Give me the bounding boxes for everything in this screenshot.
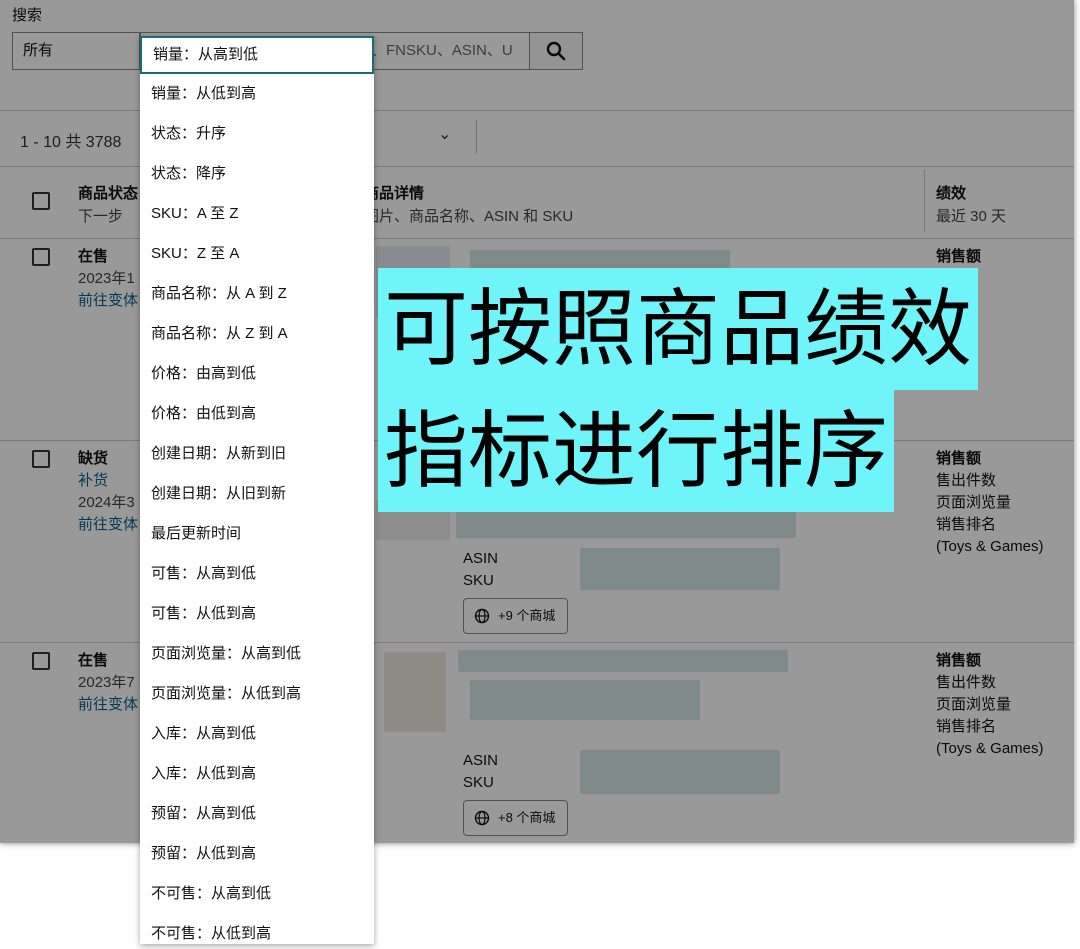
asin-sku-values-blurred: [580, 548, 780, 590]
metrics-list: 销售额: [936, 246, 981, 268]
marketplaces-button[interactable]: +9 个商城: [463, 598, 569, 634]
sort-option[interactable]: 商品名称：从 A 到 Z: [140, 274, 374, 314]
chevron-down-icon[interactable]: ⌄: [438, 124, 451, 144]
metric-page-views: 页面浏览量: [936, 494, 1012, 511]
sort-option[interactable]: 创建日期：从旧到新: [140, 474, 374, 514]
sort-option[interactable]: SKU：A 至 Z: [140, 194, 374, 234]
metric-rank-category: (Toys & Games): [936, 538, 1044, 555]
sort-option[interactable]: 预留：从高到低: [140, 794, 374, 834]
perf-header-subtitle: 最近 30 天: [936, 208, 1007, 225]
go-to-variations-link[interactable]: 前往变体: [78, 290, 138, 312]
metric-page-views: 页面浏览量: [936, 696, 1012, 713]
details-column-header[interactable]: 商品详情 图片、商品名称、ASIN 和 SKU: [364, 182, 573, 226]
performance-column-header[interactable]: 绩效 最近 30 天: [936, 182, 1006, 226]
metrics-list: 销售额 售出件数 页面浏览量 销售排名 (Toys & Games): [936, 448, 1044, 558]
sort-option[interactable]: 入库：从高到低: [140, 714, 374, 754]
sort-option[interactable]: 创建日期：从新到旧: [140, 434, 374, 474]
metric-sales-rank: 销售排名: [936, 718, 997, 735]
status-text: 在售: [78, 652, 109, 669]
table-row: 缺货 补货 2024年3 前往变体: [78, 448, 138, 536]
sort-option[interactable]: 价格：由高到低: [140, 354, 374, 394]
sku-label: SKU: [463, 572, 494, 589]
pagination-summary: 1 - 10 共 3788: [20, 134, 122, 151]
metric-sales: 销售额: [936, 652, 982, 669]
annotation-banner-line2: 指标进行排序: [378, 390, 895, 512]
asin-label: ASIN: [463, 752, 499, 769]
created-date: 2024年3: [78, 494, 135, 511]
table-row: 在售 2023年1 前往变体: [78, 246, 138, 312]
perf-header-title: 绩效: [936, 185, 967, 202]
globe-icon: [474, 608, 490, 624]
search-icon: [546, 41, 566, 61]
row-checkbox[interactable]: [32, 652, 50, 670]
row-checkbox[interactable]: [32, 248, 50, 266]
product-title-blurred: [470, 680, 700, 720]
sort-dropdown[interactable]: 销量：从高到低 销量：从低到高 状态：升序 状态：降序 SKU：A 至 Z SK…: [140, 36, 374, 944]
search-scope-select[interactable]: 所有: [12, 32, 140, 70]
sort-option[interactable]: 可售：从高到低: [140, 554, 374, 594]
marketplaces-button[interactable]: +8 个商城: [463, 800, 569, 836]
status-header-subtitle: 下一步: [78, 208, 124, 225]
sort-option[interactable]: 状态：升序: [140, 114, 374, 154]
go-to-variations-link[interactable]: 前往变体: [78, 514, 138, 536]
sort-option[interactable]: 可售：从低到高: [140, 594, 374, 634]
status-header-title: 商品状态: [78, 185, 139, 202]
asin-sku-values-blurred: [580, 750, 780, 794]
restock-link[interactable]: 补货: [78, 470, 138, 492]
sort-option[interactable]: 不可售：从低到高: [140, 914, 374, 944]
status-column-header[interactable]: 商品状态 下一步: [78, 182, 138, 226]
sort-option[interactable]: 入库：从低到高: [140, 754, 374, 794]
marketplaces-label: +9 个商城: [498, 608, 556, 623]
sort-option[interactable]: 销量：从高到低: [140, 36, 374, 74]
status-text: 缺货: [78, 450, 109, 467]
sort-option[interactable]: 销量：从低到高: [140, 74, 374, 114]
sku-label: SKU: [463, 774, 494, 791]
metric-sales: 销售额: [936, 450, 982, 467]
go-to-variations-link[interactable]: 前往变体: [78, 694, 138, 716]
status-text: 在售: [78, 248, 109, 265]
annotation-banner-line1: 可按照商品绩效: [378, 268, 979, 390]
row-checkbox[interactable]: [32, 450, 50, 468]
sort-option[interactable]: 最后更新时间: [140, 514, 374, 554]
sort-option[interactable]: 价格：由低到高: [140, 394, 374, 434]
divider: [924, 170, 925, 232]
divider: [476, 120, 477, 154]
product-title-blurred: [458, 650, 788, 672]
search-label: 搜索: [12, 7, 43, 24]
select-all-checkbox[interactable]: [32, 192, 50, 210]
sort-option[interactable]: 状态：降序: [140, 154, 374, 194]
details-header-title: 商品详情: [364, 185, 425, 202]
product-title-blurred: [470, 250, 730, 270]
sort-option[interactable]: 不可售：从高到低: [140, 874, 374, 914]
globe-icon: [474, 810, 490, 826]
search-button[interactable]: [529, 32, 583, 70]
product-image[interactable]: [384, 652, 446, 732]
sort-option[interactable]: 预留：从低到高: [140, 834, 374, 874]
details-header-subtitle: 图片、商品名称、ASIN 和 SKU: [364, 208, 574, 225]
metric-sales-rank: 销售排名: [936, 516, 997, 533]
marketplaces-label: +8 个商城: [498, 810, 556, 825]
identifiers: ASIN SKU: [463, 548, 498, 592]
identifiers: ASIN SKU: [463, 750, 498, 794]
metrics-list: 销售额 售出件数 页面浏览量 销售排名 (Toys & Games): [936, 650, 1044, 760]
metric-units-sold: 售出件数: [936, 674, 997, 691]
table-row: 在售 2023年7 前往变体: [78, 650, 138, 716]
metric-sales: 销售额: [936, 248, 982, 265]
asin-label: ASIN: [463, 550, 499, 567]
sort-option[interactable]: SKU：Z 至 A: [140, 234, 374, 274]
metric-rank-category: (Toys & Games): [936, 740, 1044, 757]
sort-option[interactable]: 页面浏览量：从低到高: [140, 674, 374, 714]
created-date: 2023年1: [78, 270, 135, 287]
created-date: 2023年7: [78, 674, 135, 691]
metric-units-sold: 售出件数: [936, 472, 997, 489]
sort-option[interactable]: 商品名称：从 Z 到 A: [140, 314, 374, 354]
sort-option[interactable]: 页面浏览量：从高到低: [140, 634, 374, 674]
